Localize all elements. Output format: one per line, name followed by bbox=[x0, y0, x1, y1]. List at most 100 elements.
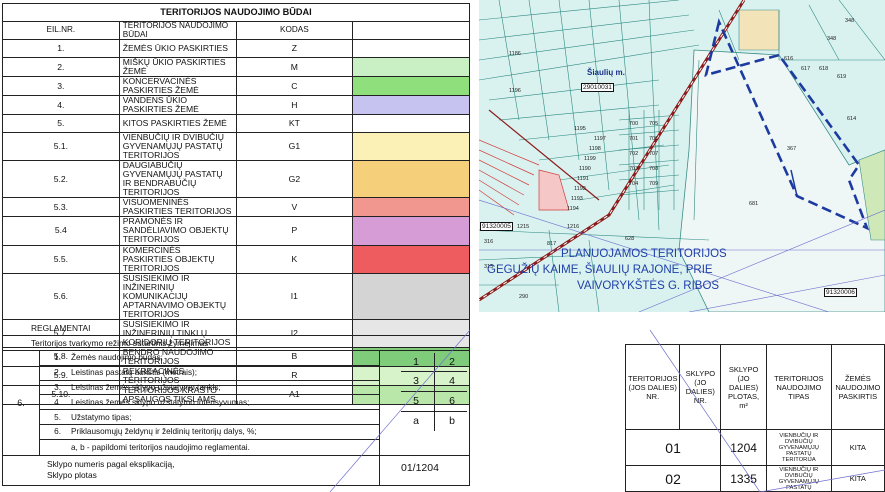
parcel-number: 1195 bbox=[574, 126, 586, 132]
legend-panel: TERITORIJOS NAUDOJIMO BŪDAI EIL.NR. TERI… bbox=[0, 0, 472, 492]
col-header-purpose: ŽEMĖS NAUDOJIMO PASKIRTIS bbox=[830, 344, 885, 430]
legend-row-name: SUSISIEKIMO IR INŽINERINIŲ KOMUNIKACIJŲ … bbox=[118, 272, 237, 320]
col-header-type: TERITORIJOS NAUDOJIMO TIPAS bbox=[765, 344, 832, 430]
legend-row-code: Z bbox=[235, 39, 354, 59]
parcel-number: 1197 bbox=[594, 136, 606, 142]
parcel-number: 1190 bbox=[579, 166, 591, 172]
reglamentai-item: a, b - papildomi teritorijos naudojimo r… bbox=[39, 440, 379, 455]
reglamentai-item: 1. Žemės naudojimo būdas; bbox=[39, 351, 379, 366]
legend-row-number: 3. bbox=[2, 76, 120, 97]
legend-row-name: VIENBUČIŲ IR DVIBUČIŲ GYVENAMŲJŲ PASTATŲ… bbox=[118, 132, 237, 162]
legend-row-number: 5.4 bbox=[2, 216, 120, 246]
legend-row-number: 5.2. bbox=[2, 160, 120, 199]
header-name: TERITORIJOS NAUDOJIMO BŪDAI bbox=[118, 20, 237, 41]
reglamentai-title: REGLAMENTAI bbox=[2, 321, 470, 336]
reglamentai-item-number: 4. bbox=[54, 397, 61, 407]
parcel-number: 1216 bbox=[567, 224, 579, 230]
parcel-number: 701 bbox=[629, 136, 638, 142]
legend-row-code: G2 bbox=[235, 160, 354, 199]
col-header-territory: TERITORIJOS (JOS DALIES) NR. bbox=[624, 344, 681, 430]
parcel-number: 1199 bbox=[584, 156, 596, 162]
legend-color-swatch bbox=[352, 272, 470, 320]
legend-title: TERITORIJOS NAUDOJIMO BŪDAI bbox=[2, 3, 470, 22]
grid-cell: a bbox=[413, 415, 419, 427]
header-num: EIL.NR. bbox=[2, 20, 120, 41]
grid-line bbox=[401, 411, 467, 412]
legend-row: 5.6. SUSISIEKIMO IR INŽINERINIŲ KOMUNIKAC… bbox=[2, 272, 470, 320]
parcel-number: 1196 bbox=[509, 88, 521, 94]
reglamentai-item-text: a, b - papildomi teritorijos naudojimo r… bbox=[71, 442, 250, 452]
grid-vertical-line bbox=[434, 353, 435, 431]
legend-row-code: C bbox=[235, 76, 354, 97]
parcel-number: 628 bbox=[625, 236, 634, 242]
reglamentai-item-text: Užstatymo tipas; bbox=[71, 412, 132, 422]
reglamentai-item: 4. Leistinas žemės sklypo užstatymo inten… bbox=[39, 395, 379, 411]
legend-color-swatch bbox=[352, 244, 470, 274]
legend-color-swatch bbox=[352, 160, 470, 199]
grid-cell: 3 bbox=[413, 375, 419, 387]
legend-row: 5. KITOS PASKIRTIES ŽEMĖ KT bbox=[2, 114, 470, 134]
legend-row-code: V bbox=[235, 197, 354, 218]
parcel-number: 817 bbox=[547, 241, 556, 247]
legend-row-number: 5. bbox=[2, 114, 120, 134]
legend-row-code: M bbox=[235, 57, 354, 78]
parcel-number: 1191 bbox=[577, 176, 589, 182]
parcel-number: 1193 bbox=[571, 196, 583, 202]
cadastre-box-1: 29010031 bbox=[581, 83, 614, 92]
parcel-number: 618 bbox=[819, 66, 828, 72]
map-caption-line-2: GEGUŽIŲ KAIME, ŠIAULIŲ RAJONE, PRIE bbox=[487, 264, 713, 276]
reglamentai-item-text: Priklausomųjų želdynų ir želdinių terito… bbox=[71, 427, 257, 437]
parcel-table: TERITORIJOS (JOS DALIES) NR. SKLYPO (JO … bbox=[624, 344, 885, 492]
yellow-parcel bbox=[738, 9, 780, 51]
parcel-number: 348 bbox=[845, 18, 854, 24]
legend-color-swatch bbox=[352, 114, 470, 134]
header-code: KODAS bbox=[235, 20, 354, 41]
legend-row: 2. MIŠKŲ ŪKIO PASKIRTIES ŽEMĖ M bbox=[2, 57, 470, 78]
parcel-number: 614 bbox=[847, 116, 856, 122]
col-header-area: SKLYPO (JO DALIES) PLOTAS, m² bbox=[720, 344, 767, 430]
legend-row-number: 5.3. bbox=[2, 197, 120, 218]
legend-row-code: I1 bbox=[235, 272, 354, 320]
plot-number: 02 bbox=[624, 465, 722, 492]
grid-cell: 5 bbox=[413, 395, 419, 407]
plot-area: 1204 bbox=[720, 429, 767, 466]
parcel-number: 705 bbox=[649, 121, 658, 127]
plot-purpose: KITA bbox=[830, 429, 885, 466]
parcel-number: 348 bbox=[827, 36, 836, 42]
legend-row-number: 1. bbox=[2, 39, 120, 59]
header-color bbox=[352, 20, 470, 41]
grid-line bbox=[401, 371, 467, 372]
plot-value: 01/1204 bbox=[401, 462, 439, 474]
legend-row: 5.2. DAUGIABUČIŲ GYVENAMŲJŲ PASTATŲ IR BE… bbox=[2, 160, 470, 199]
legend-row: 4. VANDENS ŪKIO PASKIRTIES ŽEMĖ H bbox=[2, 95, 470, 116]
parcel-number: 706 bbox=[649, 136, 658, 142]
plot-type: VIENBUČIŲ IR DVIBUČIŲ GYVENAMŲJŲ PASTATŲ bbox=[765, 465, 832, 492]
parcel-number: 316 bbox=[484, 239, 493, 245]
cadastral-map[interactable]: 1186 1195 1196 1197 1198 1199 1190 1191 … bbox=[479, 0, 885, 312]
reglamentai-grid: 1 2 3 4 5 6 a b bbox=[401, 353, 467, 433]
cadastre-box-3: 91320005 bbox=[480, 222, 513, 231]
legend-row-name: ŽEMĖS ŪKIO PASKIRTIES bbox=[118, 39, 237, 59]
legend-color-swatch bbox=[352, 95, 470, 116]
legend-row-number: 5.6. bbox=[2, 272, 120, 320]
legend-color-swatch bbox=[352, 216, 470, 246]
reglamentai-item: 6. Priklausomųjų želdynų ir želdinių teri… bbox=[39, 425, 379, 440]
grid-cell: 2 bbox=[449, 356, 455, 368]
parcel-number: 1194 bbox=[567, 206, 579, 212]
legend-row-name: KITOS PASKIRTIES ŽEMĖ bbox=[118, 114, 237, 134]
parcel-number: 708 bbox=[649, 166, 658, 172]
plot-purpose: KITA bbox=[830, 465, 885, 492]
map-caption-line-3: VAIVORYKŠTĖS G. RIBOS bbox=[577, 280, 720, 292]
legend-row-code: H bbox=[235, 95, 354, 116]
reglamentai-item-number: 6. bbox=[54, 427, 61, 437]
grid-cell: 1 bbox=[413, 356, 419, 368]
legend-row: 5.3. VISUOMENINĖS PASKIRTIES TERITORIJOS V bbox=[2, 197, 470, 218]
legend-row-number: 4. bbox=[2, 95, 120, 116]
reglamentai-item-text: Leistinas žemės sklypo užstatymo intensy… bbox=[71, 397, 250, 407]
table-row: 02 1335 VIENBUČIŲ IR DVIBUČIŲ GYVENAMŲJŲ… bbox=[624, 465, 885, 492]
reglamentai-item-text: Leistinas žemės sklypo užstatymo tankis; bbox=[71, 382, 221, 392]
parcel-number: 707 bbox=[649, 151, 658, 157]
grid-cell: 4 bbox=[449, 375, 455, 387]
legend-row: 3. KONCERVACINĖS PASKIRTIES ŽEMĖ C bbox=[2, 76, 470, 97]
legend-row-code: KT bbox=[235, 114, 354, 134]
